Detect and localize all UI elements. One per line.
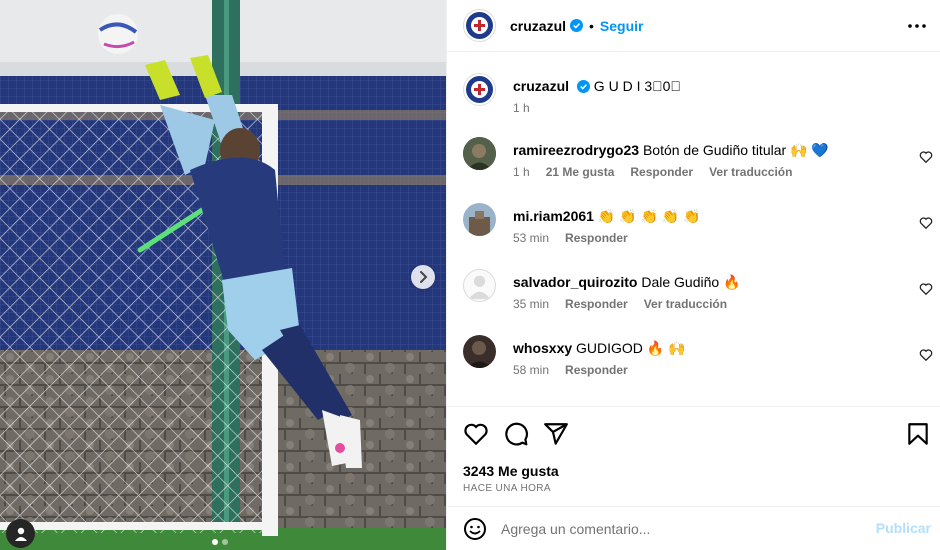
post-panel: cruzazul • Seguir cruzazul G U D I 3⃣0⃣ … [446, 0, 940, 550]
avatar[interactable] [463, 137, 496, 170]
avatar[interactable] [463, 203, 496, 236]
post-timestamp: HACE UNA HORA [463, 483, 551, 494]
post-header: cruzazul • Seguir [447, 0, 940, 52]
comment-composer: Publicar [447, 506, 940, 550]
tagged-users-button[interactable] [6, 519, 35, 548]
avatar[interactable] [463, 9, 496, 42]
carousel-dot [222, 539, 228, 545]
carousel-dot [212, 539, 218, 545]
comment-body: ramireezrodrygo23 Botón de Gudiño titula… [513, 141, 913, 179]
avatar[interactable] [463, 73, 496, 106]
comment-text: 👏 👏 👏 👏 👏 [597, 208, 701, 224]
comment-username[interactable]: ramireezrodrygo23 [513, 142, 639, 158]
comment-meta: 58 min Responder [513, 363, 913, 377]
header-username[interactable]: cruzazul [510, 18, 566, 34]
reply-button[interactable]: Responder [565, 363, 628, 377]
comment-meta: 53 min Responder [513, 231, 913, 245]
like-button[interactable] [463, 421, 489, 447]
post-actions: 3243 Me gusta HACE UNA HORA [447, 406, 940, 506]
reply-button[interactable]: Responder [630, 165, 693, 179]
carousel-next-button[interactable] [411, 265, 435, 289]
translate-button[interactable]: Ver traducción [709, 165, 792, 179]
comment-button[interactable] [503, 421, 529, 447]
comments-list[interactable]: cruzazul G U D I 3⃣0⃣ 1 h ramireezrodryg… [447, 53, 940, 406]
logo-ring-icon [466, 76, 493, 103]
verified-badge-icon [576, 80, 590, 93]
heart-icon[interactable] [919, 282, 933, 296]
caption-text: G U D I 3⃣0⃣ [593, 78, 681, 94]
comment-username[interactable]: whosxxy [513, 340, 572, 356]
profile-photo-icon [463, 137, 496, 170]
comment-time: 35 min [513, 297, 550, 311]
post-media[interactable] [0, 0, 446, 550]
share-button[interactable] [543, 421, 569, 447]
comment-likes[interactable]: 21 Me gusta [546, 165, 615, 179]
header-separator: • [589, 17, 594, 34]
avatar[interactable] [463, 335, 496, 368]
bookmark-icon [908, 423, 928, 445]
publish-button[interactable]: Publicar [876, 520, 931, 536]
save-button[interactable] [905, 421, 931, 447]
action-icons [463, 421, 569, 447]
chevron-right-icon [420, 271, 428, 283]
caption-body: cruzazul G U D I 3⃣0⃣ 1 h [513, 77, 913, 115]
caption-meta: 1 h [513, 101, 913, 115]
logo-core-icon [471, 81, 488, 98]
comment-body: salvador_quirozito Dale Gudiño 🔥 35 min … [513, 273, 913, 311]
comment-line: salvador_quirozito Dale Gudiño 🔥 [513, 273, 913, 291]
comment-body: mi.riam2061 👏 👏 👏 👏 👏 53 min Responder [513, 207, 913, 245]
instagram-post: cruzazul • Seguir cruzazul G U D I 3⃣0⃣ … [0, 0, 940, 550]
default-avatar-icon [468, 275, 491, 300]
comment-line: whosxxy GUDIGOD 🔥 🙌 [513, 339, 913, 357]
more-horizontal-icon [908, 24, 926, 28]
heart-icon[interactable] [919, 216, 933, 230]
club-logo-icon [466, 12, 493, 39]
caption-time: 1 h [513, 101, 530, 115]
caption-username[interactable]: cruzazul [513, 78, 569, 94]
heart-icon[interactable] [919, 150, 933, 164]
user-icon [14, 527, 27, 541]
cross-shape-icon [474, 84, 485, 95]
comment-input[interactable] [501, 520, 861, 537]
goalkeeper-photo [0, 0, 446, 550]
comment-username[interactable]: salvador_quirozito [513, 274, 637, 290]
comment-time: 58 min [513, 363, 550, 377]
comment-icon [505, 422, 528, 446]
likes-count[interactable]: 3243 Me gusta [463, 463, 559, 479]
comment-text: Botón de Gudiño titular 🙌 💙 [642, 142, 829, 158]
comment-time: 1 h [513, 165, 530, 179]
cross-icon [471, 17, 488, 34]
reply-button[interactable]: Responder [565, 297, 628, 311]
more-options-button[interactable] [905, 14, 929, 38]
cross-shape-icon [474, 20, 485, 31]
emoji-icon[interactable] [463, 517, 487, 541]
comment-text: GUDIGOD 🔥 🙌 [576, 340, 686, 356]
comment-meta: 1 h 21 Me gusta Responder Ver traducción [513, 165, 913, 179]
comment-body: whosxxy GUDIGOD 🔥 🙌 58 min Responder [513, 339, 913, 377]
send-icon [544, 423, 568, 445]
comment-line: mi.riam2061 👏 👏 👏 👏 👏 [513, 207, 913, 225]
verified-badge-icon [570, 19, 584, 32]
comment-time: 53 min [513, 231, 550, 245]
carousel-indicator [212, 539, 228, 545]
heart-icon [464, 423, 488, 446]
caption-line: cruzazul G U D I 3⃣0⃣ [513, 77, 913, 95]
heart-icon[interactable] [919, 348, 933, 362]
reply-button[interactable]: Responder [565, 231, 628, 245]
comment-meta: 35 min Responder Ver traducción [513, 297, 913, 311]
follow-button[interactable]: Seguir [600, 18, 644, 34]
club-logo-icon [463, 73, 496, 106]
translate-button[interactable]: Ver traducción [644, 297, 727, 311]
profile-photo-icon [463, 335, 496, 368]
comment-username[interactable]: mi.riam2061 [513, 208, 594, 224]
comment-text: Dale Gudiño 🔥 [641, 274, 741, 290]
profile-photo-icon [463, 203, 496, 236]
avatar[interactable] [463, 269, 496, 302]
comment-line: ramireezrodrygo23 Botón de Gudiño titula… [513, 141, 913, 159]
